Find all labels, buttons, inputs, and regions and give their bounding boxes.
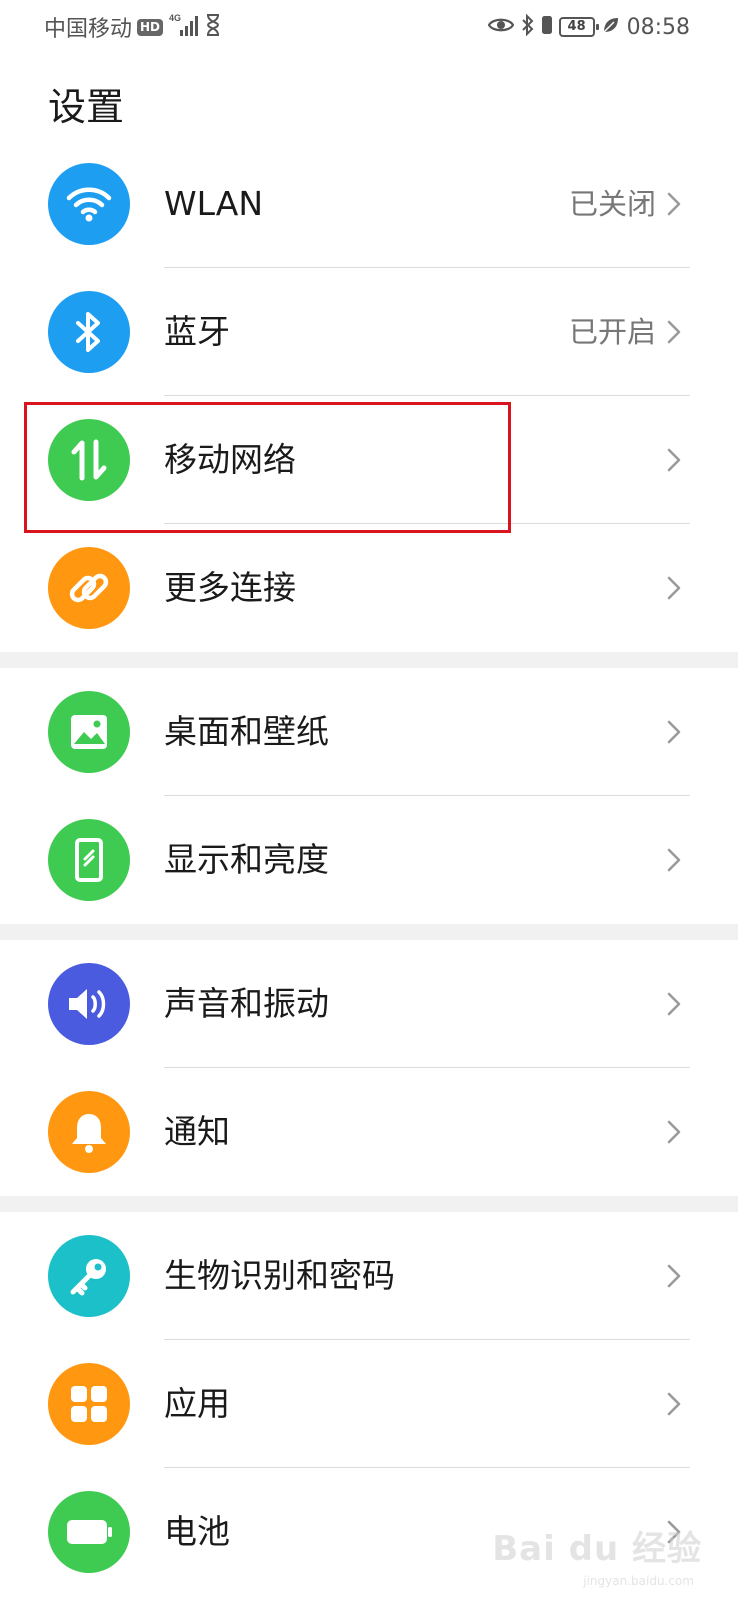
- status-left: 中国移动 HD 4G: [44, 12, 221, 42]
- image-icon: [48, 691, 130, 773]
- battery-icon: [48, 1491, 130, 1573]
- bluetooth-icon: [48, 291, 130, 373]
- leaf-icon: [602, 16, 620, 38]
- settings-item-label: 生物识别和密码: [164, 1256, 395, 1295]
- eye-icon: [487, 16, 514, 38]
- network-type-label: 4G: [169, 13, 181, 23]
- chevron-right-icon: [667, 1120, 681, 1144]
- group-separator: [0, 924, 738, 940]
- highlight-box: [24, 402, 511, 533]
- chevron-right-icon: [667, 192, 681, 216]
- settings-item-bluetooth[interactable]: 蓝牙 已开启: [0, 268, 738, 396]
- chevron-right-icon: [667, 1392, 681, 1416]
- settings-item-biometrics[interactable]: 生物识别和密码: [0, 1212, 738, 1340]
- bell-icon: [48, 1091, 130, 1173]
- settings-item-value: 已关闭: [568, 187, 656, 221]
- settings-item-label: 声音和振动: [164, 984, 329, 1023]
- settings-screen: 中国移动 HD 4G 48 08:58 设置 WLAN 已关闭 蓝牙 已开启 移…: [0, 0, 738, 1600]
- settings-item-sound[interactable]: 声音和振动: [0, 940, 738, 1068]
- chevron-right-icon: [667, 576, 681, 600]
- settings-item-wallpaper[interactable]: 桌面和壁纸: [0, 668, 738, 796]
- settings-item-display[interactable]: 显示和亮度: [0, 796, 738, 924]
- chevron-right-icon: [667, 320, 681, 344]
- status-bar: 中国移动 HD 4G 48 08:58: [0, 0, 738, 54]
- settings-item-label: 显示和亮度: [164, 840, 329, 879]
- phone-display-icon: [48, 819, 130, 901]
- page-title: 设置: [48, 85, 125, 129]
- settings-item-more-connections[interactable]: 更多连接: [0, 524, 738, 652]
- settings-item-label: WLAN: [164, 184, 264, 223]
- settings-item-label: 应用: [164, 1384, 230, 1423]
- settings-list: WLAN 已关闭 蓝牙 已开启 移动网络 更多连接 桌面和壁纸 显示和亮度 声音…: [0, 140, 738, 1596]
- battery-level: 48: [567, 19, 586, 34]
- settings-item-label: 更多连接: [164, 568, 296, 607]
- bluetooth-status-icon: [521, 13, 535, 40]
- battery-status-icon: 48: [558, 17, 599, 37]
- settings-item-wlan[interactable]: WLAN 已关闭: [0, 140, 738, 268]
- chevron-right-icon: [667, 992, 681, 1016]
- chevron-right-icon: [667, 848, 681, 872]
- settings-item-value: 已开启: [568, 315, 656, 349]
- watermark-text: Bai du 经验: [492, 1529, 702, 1569]
- settings-item-apps[interactable]: 应用: [0, 1340, 738, 1468]
- group-separator: [0, 1196, 738, 1212]
- link-icon: [48, 547, 130, 629]
- apps-grid-icon: [48, 1363, 130, 1445]
- chevron-right-icon: [667, 1264, 681, 1288]
- speaker-icon: [48, 963, 130, 1045]
- settings-item-label: 通知: [164, 1112, 230, 1151]
- settings-item-notifications[interactable]: 通知: [0, 1068, 738, 1196]
- settings-item-label: 电池: [164, 1512, 230, 1551]
- chevron-right-icon: [667, 448, 681, 472]
- watermark-sub: jingyan.baidu.com: [583, 1574, 694, 1588]
- group-separator: [0, 652, 738, 668]
- vibrate-icon: [541, 15, 552, 39]
- hd-badge: HD: [137, 18, 164, 36]
- clock: 08:58: [626, 14, 690, 40]
- chevron-right-icon: [667, 720, 681, 744]
- wifi-icon: [48, 163, 130, 245]
- settings-item-label: 蓝牙: [164, 312, 230, 351]
- settings-item-label: 桌面和壁纸: [164, 712, 329, 751]
- hourglass-icon: [205, 14, 221, 40]
- status-right: 48 08:58: [487, 12, 690, 42]
- key-icon: [48, 1235, 130, 1317]
- carrier-name: 中国移动: [44, 17, 133, 42]
- signal-icon: 4G: [168, 12, 200, 42]
- baidu-watermark: Bai du 经验 jingyan.baidu.com: [492, 1521, 702, 1588]
